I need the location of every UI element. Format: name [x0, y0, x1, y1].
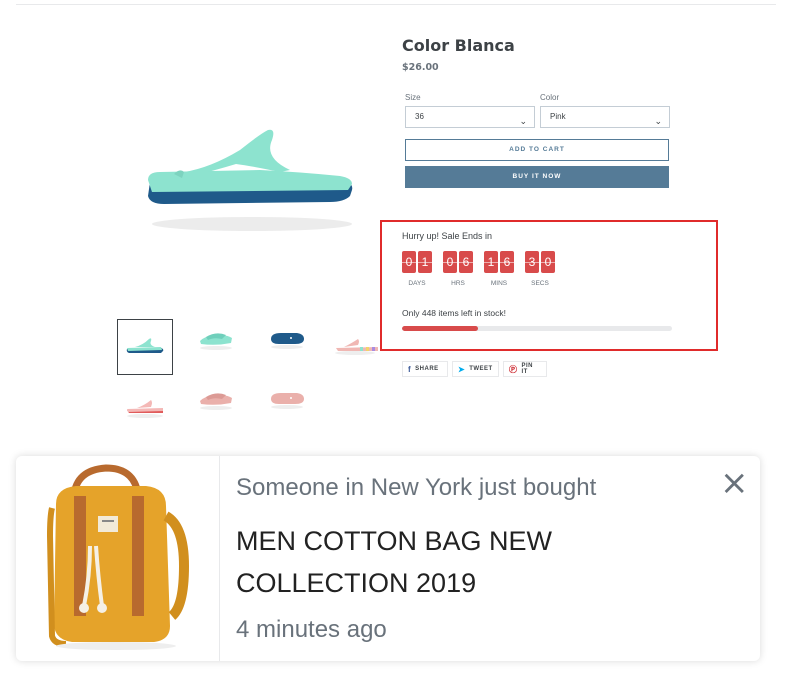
- facebook-icon: f: [408, 364, 412, 374]
- chevron-down-icon: ⌄: [654, 116, 662, 126]
- close-icon[interactable]: ×: [720, 466, 749, 500]
- pin-label: PIN IT: [521, 363, 534, 375]
- sale-heading: Hurry up! Sale Ends in: [402, 231, 493, 241]
- popup-buyer-location: Someone in New York just bought: [236, 474, 597, 501]
- sandal-mint-icon: [126, 338, 164, 353]
- color-select-value: Pink: [550, 112, 566, 121]
- popup-product-name[interactable]: MEN COTTON BAG NEW COLLECTION 2019: [236, 520, 656, 604]
- product-price: $26.00: [402, 62, 439, 73]
- sandal-rose-slide-icon: [200, 393, 232, 410]
- sandal-pink-striped-icon: [335, 339, 378, 355]
- size-select-value: 36: [415, 112, 424, 121]
- add-to-cart-button[interactable]: ADD TO CART: [405, 139, 669, 161]
- mins-digits: 1 6: [484, 251, 514, 273]
- stock-progress-bar: [402, 326, 672, 331]
- secs-digit: 3: [525, 251, 539, 273]
- size-label: Size: [405, 93, 421, 102]
- buy-now-button[interactable]: BUY IT NOW: [405, 166, 669, 188]
- mins-digit: 1: [484, 251, 498, 273]
- mins-digit: 6: [500, 251, 514, 273]
- sandal-pink-icon: [127, 400, 163, 418]
- days-digit: 1: [418, 251, 432, 273]
- popup-product-image[interactable]: [16, 456, 220, 661]
- hours-digit: 6: [459, 251, 473, 273]
- hours-digit: 0: [443, 251, 457, 273]
- hours-digits: 0 6: [443, 251, 473, 273]
- days-digit: 0: [402, 251, 416, 273]
- days-digits: 0 1: [402, 251, 432, 273]
- color-label: Color: [540, 93, 560, 102]
- thumbnail-4[interactable]: [330, 318, 380, 374]
- stock-text: Only 448 items left in stock!: [402, 308, 506, 318]
- main-product-image[interactable]: [140, 120, 364, 240]
- share-twitter-button[interactable]: ➤ TWEET: [452, 361, 499, 377]
- chevron-down-icon: ⌄: [519, 116, 527, 126]
- secs-digits: 3 0: [525, 251, 555, 273]
- thumbnail-6[interactable]: [188, 372, 244, 428]
- color-select[interactable]: Pink ⌄: [540, 106, 670, 128]
- sandal-navy-icon: [271, 333, 304, 349]
- pinterest-icon: Ⓟ: [509, 364, 518, 374]
- thumbnail-3[interactable]: [259, 312, 315, 368]
- sandal-mint-slide-icon: [200, 333, 232, 350]
- recent-purchase-popup[interactable]: Someone in New York just bought MEN COTT…: [16, 456, 760, 661]
- hours-unit: HRS: [451, 280, 465, 287]
- thumbnail-1[interactable]: [117, 319, 173, 375]
- share-label: SHARE: [415, 366, 439, 372]
- header-divider: [16, 4, 776, 5]
- secs-unit: SECS: [531, 280, 549, 287]
- share-pinterest-button[interactable]: Ⓟ PIN IT: [503, 361, 547, 377]
- stock-progress-fill: [402, 326, 478, 331]
- sale-countdown-box: Hurry up! Sale Ends in 0 1 0 6 1 6 3 0 D…: [380, 220, 718, 351]
- tweet-label: TWEET: [469, 366, 493, 372]
- product-title: Color Blanca: [402, 36, 515, 55]
- backpack-icon: [46, 464, 190, 650]
- twitter-icon: ➤: [458, 364, 466, 374]
- thumbnail-2[interactable]: [188, 312, 244, 368]
- mins-unit: MINS: [490, 280, 508, 287]
- secs-digit: 0: [541, 251, 555, 273]
- days-unit: DAYS: [408, 280, 426, 287]
- size-select[interactable]: 36 ⌄: [405, 106, 535, 128]
- popup-timestamp: 4 minutes ago: [236, 616, 387, 643]
- thumbnail-5[interactable]: [117, 380, 173, 436]
- sandal-blush-icon: [271, 393, 304, 409]
- thumbnail-7[interactable]: [259, 372, 315, 428]
- share-facebook-button[interactable]: f SHARE: [402, 361, 448, 377]
